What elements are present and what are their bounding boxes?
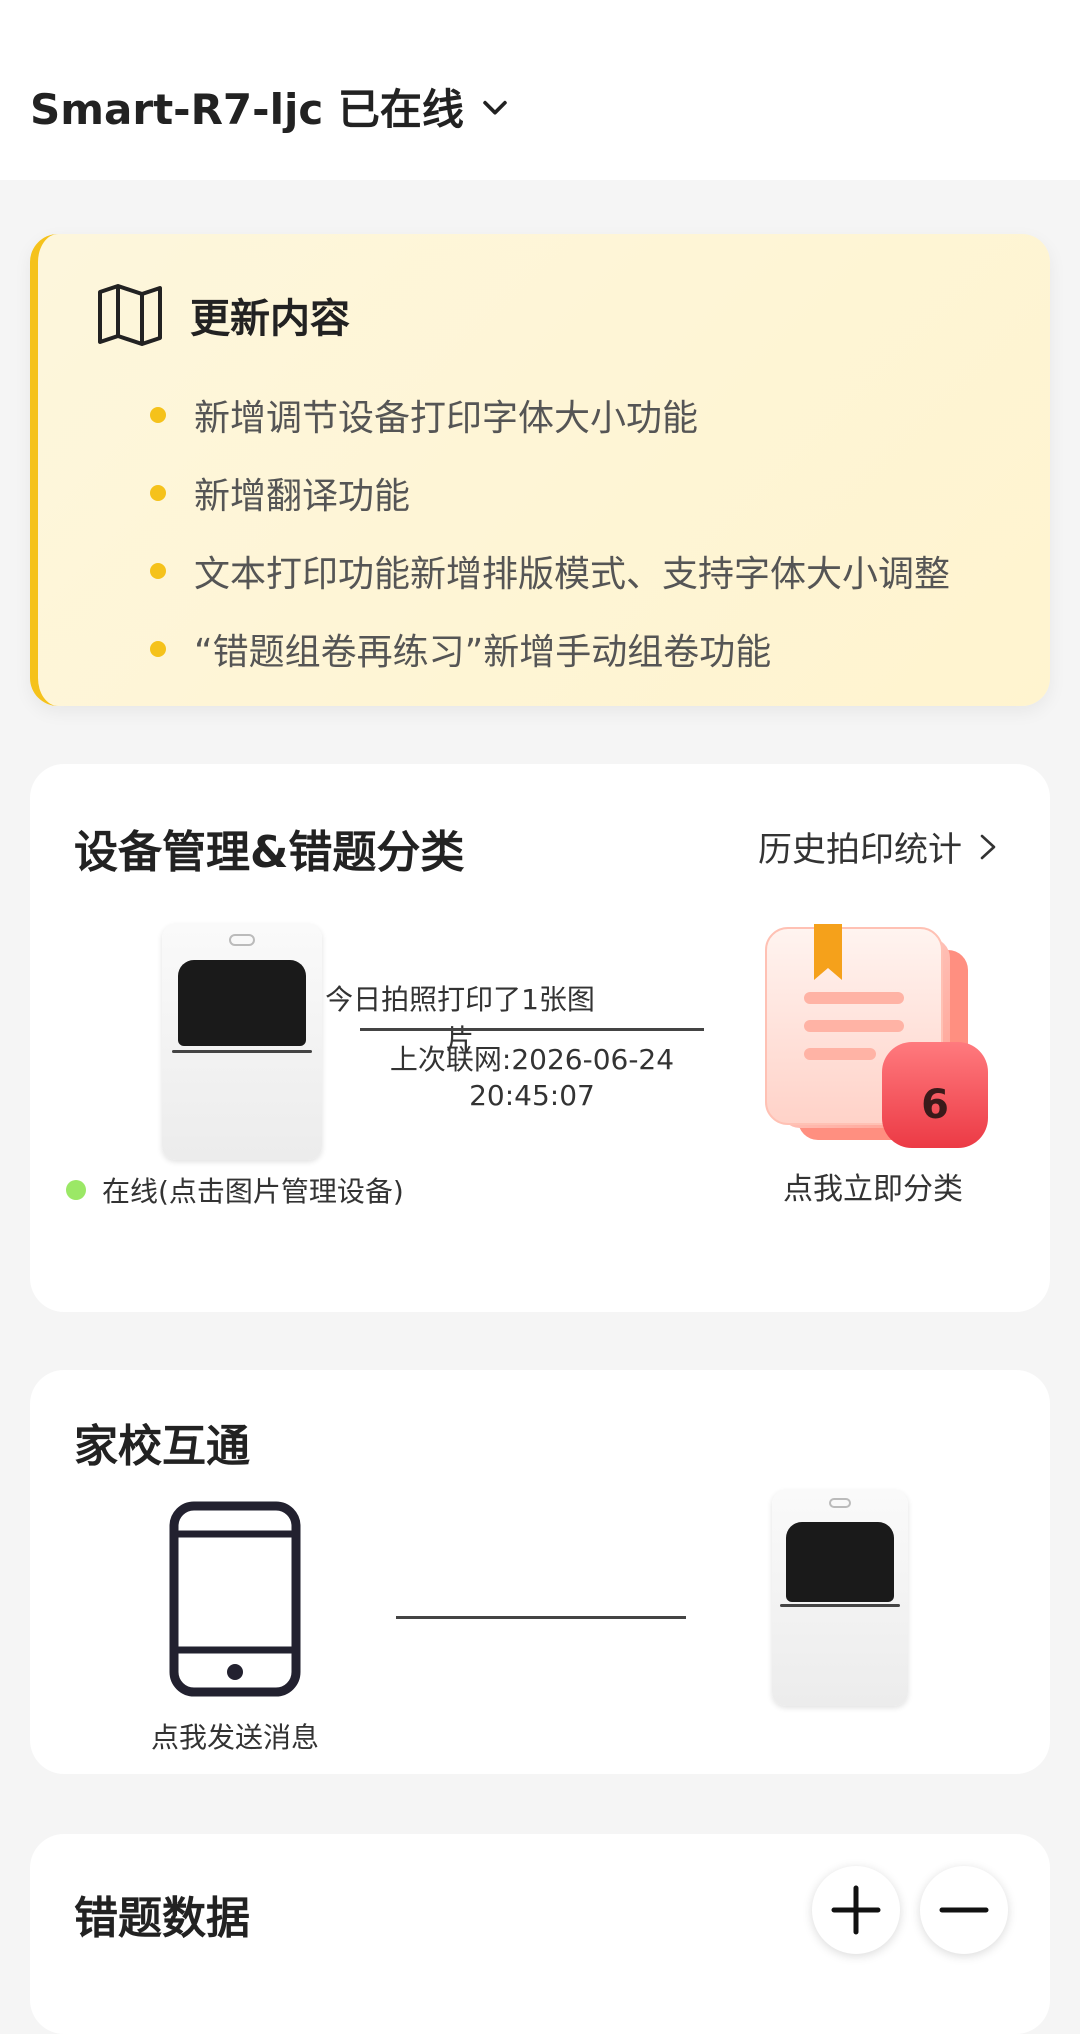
online-status-text: 在线(点击图片管理设备) (102, 1175, 404, 1208)
device-selector[interactable]: Smart-R7-ljc 已在线 (30, 76, 512, 137)
bullet-dot (150, 485, 166, 501)
last-online-info: 上次联网:2026-06-24 20:45:07 (360, 1042, 704, 1114)
history-stats-label: 历史拍印统计 (758, 830, 962, 870)
bullet-dot (150, 407, 166, 423)
update-item-text: 文本打印功能新增排版模式、支持字体大小调整 (194, 554, 951, 595)
update-list: 新增调节设备打印字体大小功能 新增翻译功能 文本打印功能新增排版模式、支持字体大… (150, 376, 950, 688)
update-header: 更新内容 (96, 282, 350, 348)
phone-icon[interactable] (168, 1500, 302, 1698)
connector-line (396, 1616, 686, 1619)
online-status[interactable]: 在线(点击图片管理设备) (66, 1170, 404, 1210)
top-header: Smart-R7-ljc 已在线 (0, 0, 1080, 180)
printer-device-image-small (772, 1490, 908, 1706)
update-item-text: 新增调节设备打印字体大小功能 (194, 398, 699, 439)
connector-line (360, 1028, 704, 1031)
device-management-card: 设备管理&错题分类 历史拍印统计 在线(点击图片管理设备) 今日拍照打印了1张图… (30, 764, 1050, 1312)
printer-slot (785, 1522, 895, 1602)
update-notes-card: 更新内容 新增调节设备打印字体大小功能 新增翻译功能 文本打印功能新增排版模式、… (30, 234, 1050, 706)
map-icon (98, 284, 162, 346)
printer-slot (178, 960, 306, 1046)
chevron-right-icon (980, 834, 996, 859)
classify-badge-count: 6 (921, 1082, 949, 1128)
printer-lip (780, 1604, 900, 1607)
chevron-down-icon (483, 100, 507, 115)
history-stats-link[interactable]: 历史拍印统计 (758, 822, 1000, 871)
home-school-title: 家校互通 (74, 1421, 250, 1472)
list-item: “错题组卷再练习”新增手动组卷功能 (150, 610, 950, 688)
home-school-card: 家校互通 点我发送消息 (30, 1370, 1050, 1774)
printer-lip (171, 1050, 313, 1053)
last-online-time: 20:45:07 (469, 1079, 595, 1112)
add-button[interactable] (812, 1866, 900, 1954)
wrong-question-data-card: 错题数据 (30, 1834, 1050, 2034)
printer-device-image[interactable] (162, 924, 322, 1160)
list-item: 新增翻译功能 (150, 454, 950, 532)
bullet-dot (150, 641, 166, 657)
device-card-title: 设备管理&错题分类 (74, 827, 465, 878)
list-item: 文本打印功能新增排版模式、支持字体大小调整 (150, 532, 950, 610)
update-title: 更新内容 (190, 296, 350, 342)
list-item: 新增调节设备打印字体大小功能 (150, 376, 950, 454)
plus-icon (831, 1885, 881, 1935)
remove-button[interactable] (920, 1866, 1008, 1954)
online-dot-icon (66, 1180, 86, 1200)
printer-logo (229, 934, 255, 946)
send-message-label[interactable]: 点我发送消息 (130, 1716, 340, 1756)
bullet-dot (150, 563, 166, 579)
printer-logo (829, 1498, 851, 1508)
last-online-date: 上次联网:2026-06-24 (389, 1043, 675, 1076)
minus-icon (939, 1907, 989, 1913)
update-item-text: “错题组卷再练习”新增手动组卷功能 (194, 632, 772, 673)
wrong-question-title: 错题数据 (74, 1893, 250, 1944)
update-item-text: 新增翻译功能 (194, 476, 411, 517)
device-title: Smart-R7-ljc 已在线 (30, 85, 464, 134)
classify-now-label[interactable]: 点我立即分类 (768, 1164, 978, 1208)
